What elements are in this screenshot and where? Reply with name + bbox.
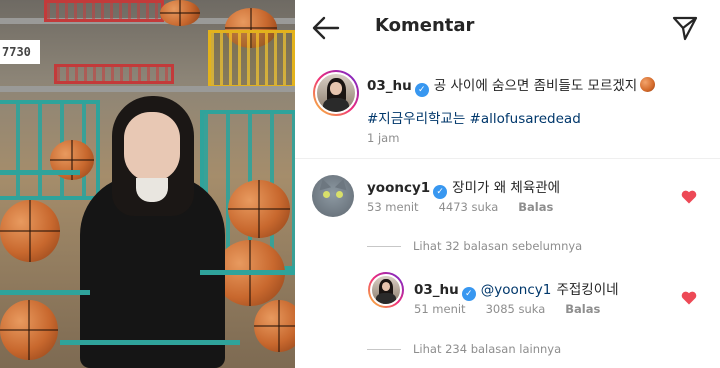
verified-badge-icon: ✓ (414, 83, 429, 97)
avatar-image (315, 72, 357, 114)
comment-line: yooncy1 ✓ 장미가 왜 체육관에 (367, 176, 560, 199)
caption-line: 03_hu ✓ 공 사이에 숨으면 좀비들도 모르겠지 (367, 74, 707, 97)
view-replies-line (367, 349, 401, 350)
avatar-body (376, 293, 396, 304)
view-previous-replies[interactable]: Lihat 32 balasan sebelumnya (413, 239, 582, 253)
comment-meta: 53 menit 4473 suka Balas (367, 200, 573, 214)
comment-time: 53 menit (367, 200, 419, 214)
caption-time: 1 jam (367, 131, 400, 145)
avatar[interactable] (368, 272, 404, 308)
comment-reply-button[interactable]: Balas (518, 200, 553, 214)
cat-ear (316, 177, 332, 191)
reply-likes[interactable]: 3085 suka (486, 302, 546, 316)
basketball (0, 200, 60, 262)
cage-rail (0, 170, 80, 175)
view-more-replies[interactable]: Lihat 234 balasan lainnya (413, 342, 561, 356)
post-photo: 7730 (0, 0, 295, 368)
comment-username[interactable]: yooncy1 (367, 180, 430, 196)
comment-text: 장미가 왜 체육관에 (452, 180, 561, 196)
view-replies-line (367, 246, 401, 247)
basketball (0, 300, 58, 360)
avatar[interactable] (313, 70, 359, 116)
basketball (228, 180, 290, 238)
comment-likes[interactable]: 4473 suka (439, 200, 499, 214)
reply-username[interactable]: 03_hu (414, 282, 459, 298)
header: Komentar (295, 0, 720, 56)
heart-icon[interactable] (681, 290, 697, 305)
scoreboard: 7730 (0, 40, 40, 64)
reply-mention[interactable]: @yooncy1 (481, 282, 552, 298)
cat-eye (323, 191, 330, 198)
basketball (254, 300, 295, 352)
caption-username[interactable]: 03_hu (367, 78, 412, 94)
avatar[interactable] (312, 175, 354, 217)
cat-ear (334, 177, 350, 191)
basketball (160, 0, 200, 26)
avatar-face (330, 82, 342, 95)
heart-icon[interactable] (681, 189, 697, 204)
page-title: Komentar (375, 15, 475, 36)
person-collar (136, 178, 168, 202)
divider (295, 158, 720, 159)
reply-time: 51 menit (414, 302, 466, 316)
basketball-emoji-icon (640, 77, 656, 92)
yellow-crate (208, 30, 295, 88)
reply-meta: 51 menit 3085 suka Balas (414, 302, 620, 316)
verified-badge-icon: ✓ (433, 185, 448, 199)
cage-rail (200, 270, 295, 275)
red-crate (44, 0, 164, 22)
caption-hashtags[interactable]: #지금우리학교는 #allofusaredead (367, 107, 581, 127)
caption-text: 공 사이에 숨으면 좀비들도 모르겠지 (433, 78, 638, 94)
shelf (0, 86, 295, 92)
cage-rail (0, 290, 90, 295)
send-icon[interactable] (671, 14, 699, 42)
avatar-body (322, 97, 350, 112)
comments-panel: Komentar 03_hu ✓ 공 사이에 숨으면 좀비들도 모르겠지 #지금우리… (295, 0, 720, 368)
back-arrow-icon[interactable] (311, 14, 341, 42)
cage-rail (60, 340, 240, 345)
verified-badge-icon: ✓ (461, 287, 476, 301)
person-face (124, 112, 180, 182)
cat-eye (336, 191, 343, 198)
reply-text: 주접킹이네 (556, 282, 619, 298)
reply-reply-button[interactable]: Balas (565, 302, 600, 316)
red-crate (54, 64, 174, 84)
avatar-image (370, 274, 402, 306)
reply-line: 03_hu ✓ @yooncy1 주접킹이네 (414, 278, 619, 301)
